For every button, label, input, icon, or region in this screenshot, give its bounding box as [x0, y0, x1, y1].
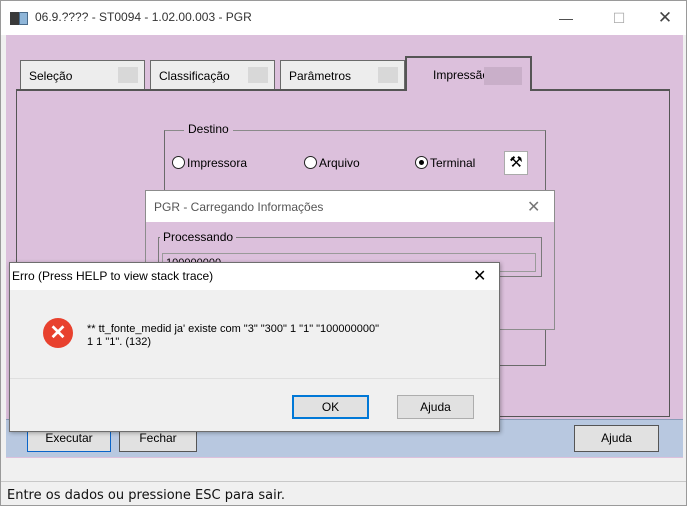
error-message-line-2: 1 1 "1". (132) — [87, 336, 152, 348]
minimize-button[interactable]: — — [546, 5, 586, 31]
error-dialog: Erro (Press HELP to view stack trace) ✕ … — [9, 262, 500, 432]
radio-arquivo[interactable]: Arquivo — [304, 156, 360, 172]
printer-setup-icon: ⚒ — [509, 154, 523, 171]
loading-dialog-title-bar: PGR - Carregando Informações ✕ — [146, 191, 554, 222]
error-dialog-title-bar: Erro (Press HELP to view stack trace) ✕ — [10, 263, 499, 290]
error-dialog-title: Erro (Press HELP to view stack trace) — [12, 269, 214, 283]
error-message-line-1: ** tt_fonte_medid ja' existe com "3" "30… — [87, 323, 380, 335]
close-icon[interactable]: ✕ — [527, 197, 540, 217]
radio-impressora[interactable]: Impressora — [172, 156, 247, 172]
maximize-button[interactable]: ☐ — [599, 5, 639, 31]
loading-dialog-title: PGR - Carregando Informações — [154, 200, 324, 214]
error-icon: ✕ — [43, 318, 73, 348]
error-message: ** tt_fonte_medid ja' existe com "3" "30… — [87, 323, 477, 349]
status-text: Entre os dados ou pressione ESC para sai… — [7, 488, 286, 503]
radio-label: Impressora — [187, 156, 248, 170]
processando-legend: Processando — [160, 230, 237, 244]
radio-circle-icon — [172, 156, 185, 169]
printer-setup-button[interactable]: ⚒ — [504, 151, 528, 175]
radio-label: Terminal — [430, 156, 476, 170]
close-window-button[interactable]: ✕ — [645, 5, 685, 31]
title-bar: 06.9.???? - ST0094 - 1.02.00.003 - PGR —… — [1, 1, 686, 35]
tab-label: Impressão — [433, 68, 490, 82]
radio-label: Arquivo — [319, 156, 360, 170]
radio-checked-icon — [415, 156, 428, 169]
tab-selecao[interactable]: Seleção — [20, 60, 145, 90]
tab-label: Parâmetros — [289, 69, 352, 83]
tab-parametros[interactable]: Parâmetros — [280, 60, 405, 90]
status-bar: Entre os dados ou pressione ESC para sai… — [1, 481, 686, 505]
ajuda-button[interactable]: Ajuda — [574, 425, 659, 452]
close-icon[interactable]: ✕ — [473, 266, 486, 286]
tab-label: Seleção — [29, 69, 73, 83]
window-title: 06.9.???? - ST0094 - 1.02.00.003 - PGR — [35, 10, 252, 24]
tab-classificacao[interactable]: Classificação — [150, 60, 275, 90]
radio-circle-icon — [304, 156, 317, 169]
tab-impressao[interactable]: Impressão — [405, 56, 532, 91]
ajuda-error-button[interactable]: Ajuda — [397, 395, 474, 419]
radio-terminal[interactable]: Terminal — [415, 156, 475, 172]
destino-legend: Destino — [184, 122, 233, 136]
tab-label: Classificação — [159, 69, 230, 83]
ok-button[interactable]: OK — [292, 395, 369, 419]
app-icon — [10, 12, 28, 25]
